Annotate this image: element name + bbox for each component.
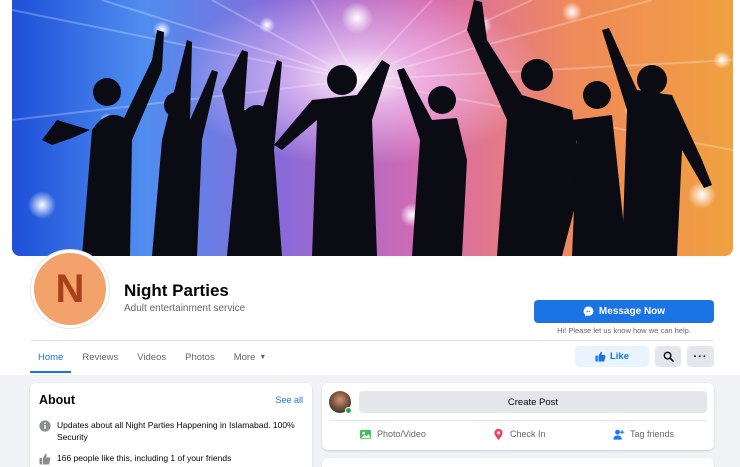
- party-silhouettes-image: [12, 0, 733, 256]
- tab-photos-label: Photos: [185, 351, 215, 363]
- page-title[interactable]: Night Parties: [124, 281, 229, 301]
- avatar-letter: N: [55, 266, 85, 311]
- more-options-button[interactable]: ···: [687, 346, 714, 367]
- header-divider: [31, 340, 713, 341]
- message-now-button[interactable]: Message Now: [534, 300, 714, 323]
- about-likes-text: 166 people like this, including 1 of you…: [57, 453, 232, 463]
- page-tabs: Home Reviews Videos Photos More ▼: [30, 343, 277, 373]
- tab-more-label: More: [233, 351, 256, 363]
- page-avatar[interactable]: N: [31, 250, 109, 328]
- create-post-card: Create Post Photo/Video Check In Tag fri…: [322, 383, 714, 450]
- more-dots-icon: ···: [693, 350, 708, 363]
- page-category: Adult entertainment service: [124, 303, 246, 314]
- tab-more[interactable]: More ▼: [226, 343, 275, 371]
- tab-videos-label: Videos: [137, 351, 167, 363]
- photo-video-label: Photo/Video: [377, 429, 426, 439]
- about-likes-row: 166 people like this, including 1 of you…: [39, 452, 299, 465]
- message-now-label: Message Now: [598, 306, 666, 317]
- online-status-dot: [345, 407, 352, 414]
- info-icon: [39, 420, 51, 432]
- search-icon: [663, 351, 674, 362]
- tab-reviews[interactable]: Reviews: [74, 343, 126, 371]
- like-button[interactable]: Like: [575, 346, 649, 367]
- search-button[interactable]: [655, 346, 681, 367]
- location-pin-icon: [494, 428, 503, 440]
- feed-post-card: [322, 458, 714, 467]
- thumbs-up-icon: [39, 453, 51, 465]
- thumbs-up-icon: [595, 351, 606, 362]
- tab-reviews-label: Reviews: [82, 351, 119, 363]
- composer-divider: [329, 420, 707, 421]
- see-all-link[interactable]: See all: [275, 395, 303, 405]
- tab-home-label: Home: [38, 351, 64, 363]
- about-description: Updates about all Night Parties Happenin…: [57, 420, 295, 442]
- photo-video-button[interactable]: Photo/Video: [359, 424, 426, 444]
- like-label: Like: [609, 351, 629, 362]
- about-title: About: [39, 393, 76, 407]
- tab-videos[interactable]: Videos: [129, 343, 174, 371]
- tag-friends-button[interactable]: Tag friends: [612, 424, 674, 444]
- check-in-button[interactable]: Check In: [492, 424, 546, 444]
- about-description-row: Updates about all Night Parties Happenin…: [39, 419, 299, 443]
- user-avatar[interactable]: [329, 391, 352, 414]
- message-hint: Hi! Please let us know how we can help.: [557, 326, 691, 335]
- chevron-down-icon: ▼: [259, 353, 267, 361]
- messenger-icon: [583, 306, 594, 317]
- check-in-label: Check In: [510, 429, 546, 439]
- photo-icon: [359, 429, 372, 439]
- tab-photos[interactable]: Photos: [177, 343, 223, 371]
- create-post-label: Create Post: [507, 396, 559, 408]
- cover-photo[interactable]: [12, 0, 733, 256]
- tag-friends-icon: [613, 429, 625, 440]
- tab-home[interactable]: Home: [30, 343, 72, 373]
- create-post-button[interactable]: Create Post: [359, 391, 707, 413]
- tag-friends-label: Tag friends: [630, 429, 675, 439]
- about-card: About See all Updates about all Night Pa…: [30, 383, 312, 467]
